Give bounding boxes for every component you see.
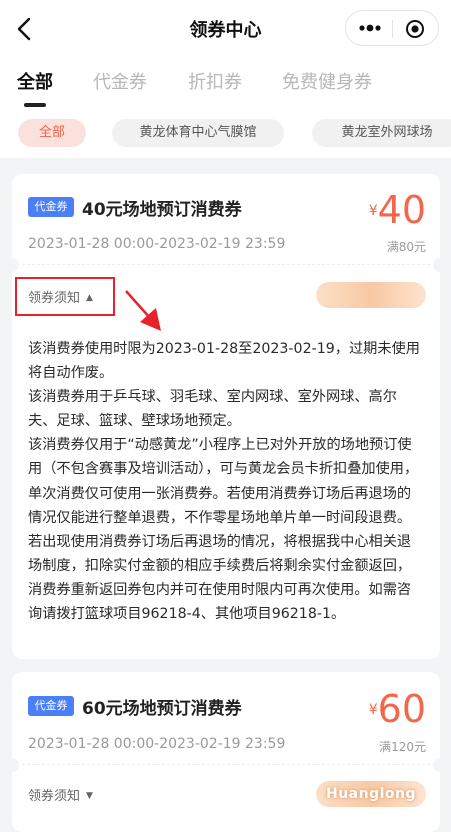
coupon-notice-toggle[interactable]: 领券须知 ▼ (28, 785, 93, 804)
chip-huanglong-dome-hall[interactable]: 黄龙体育中心气膜馆 (112, 119, 284, 147)
claim-button[interactable] (316, 282, 426, 308)
coupon-terms: 该消费券使用时限为2023-01-28至2023-02-19，过期未使用将自动作… (28, 337, 424, 626)
card-notch-left (5, 758, 19, 772)
coupon-amount: ¥60 (369, 687, 426, 731)
claim-button[interactable]: Huanglong (316, 781, 426, 807)
coupon-title: 60元场地预订消费券 (82, 699, 242, 719)
coupon-card: 代金券 60元场地预订消费券 ¥60 2023-01-28 00:00-2023… (12, 672, 440, 832)
more-icon[interactable] (358, 24, 382, 32)
capsule-divider (392, 20, 393, 38)
chip-huanglong-outdoor-tennis[interactable]: 黄龙室外网球场 (312, 119, 451, 147)
card-notch-right (433, 758, 447, 772)
notice-label: 领券须知 (28, 789, 81, 804)
top-bar: 领券中心 (0, 0, 451, 58)
coupon-amount: ¥40 (369, 188, 426, 232)
card-notch-left (5, 258, 19, 272)
coupon-type-tabs: 全部 代金券 折扣券 免费健身券 (0, 58, 451, 113)
tab-voucher[interactable]: 代金券 (93, 68, 147, 94)
tab-free-fitness[interactable]: 免费健身券 (282, 68, 372, 94)
close-miniprogram-icon[interactable] (405, 19, 425, 39)
coupon-title: 40元场地预订消费券 (82, 200, 242, 220)
amount-value: 40 (377, 188, 426, 232)
coupon-card: 代金券 40元场地预订消费券 ¥40 2023-01-28 00:00-2023… (12, 174, 440, 659)
coupon-badge: 代金券 (28, 197, 74, 217)
terms-paragraph: 该消费券仅用于“动感黄龙”小程序上已对外开放的场地预订使用（不包含赛事及培训活动… (28, 437, 419, 623)
terms-paragraph: 该消费券使用时限为2023-01-28至2023-02-19，过期未使用将自动作… (28, 341, 420, 382)
tab-all[interactable]: 全部 (17, 68, 53, 94)
caret-down-icon: ▼ (86, 791, 93, 801)
card-notch-right (433, 258, 447, 272)
card-divider (22, 264, 430, 265)
terms-paragraph: 该消费券用于乒乓球、羽毛球、室内网球、室外网球、高尔夫、足球、篮球、壁球场地预定… (28, 389, 397, 430)
coupon-badge: 代金券 (28, 696, 74, 716)
chip-all[interactable]: 全部 (18, 119, 86, 147)
venue-filter-chips: 全部 黄龙体育中心气膜馆 黄龙室外网球场 (0, 113, 451, 158)
amount-value: 60 (377, 687, 426, 731)
coupon-validity: 2023-01-28 00:00-2023-02-19 23:59 (28, 736, 286, 752)
currency-symbol: ¥ (368, 702, 378, 718)
currency-symbol: ¥ (368, 203, 378, 219)
active-tab-indicator (24, 103, 46, 107)
card-divider (22, 764, 430, 765)
mini-program-capsule (345, 10, 439, 46)
tab-discount[interactable]: 折扣券 (188, 68, 242, 94)
coupon-validity: 2023-01-28 00:00-2023-02-19 23:59 (28, 236, 286, 252)
coupon-condition: 满120元 (379, 740, 426, 754)
coupon-condition: 满80元 (386, 240, 426, 254)
annotation-highlight-box (15, 277, 115, 316)
